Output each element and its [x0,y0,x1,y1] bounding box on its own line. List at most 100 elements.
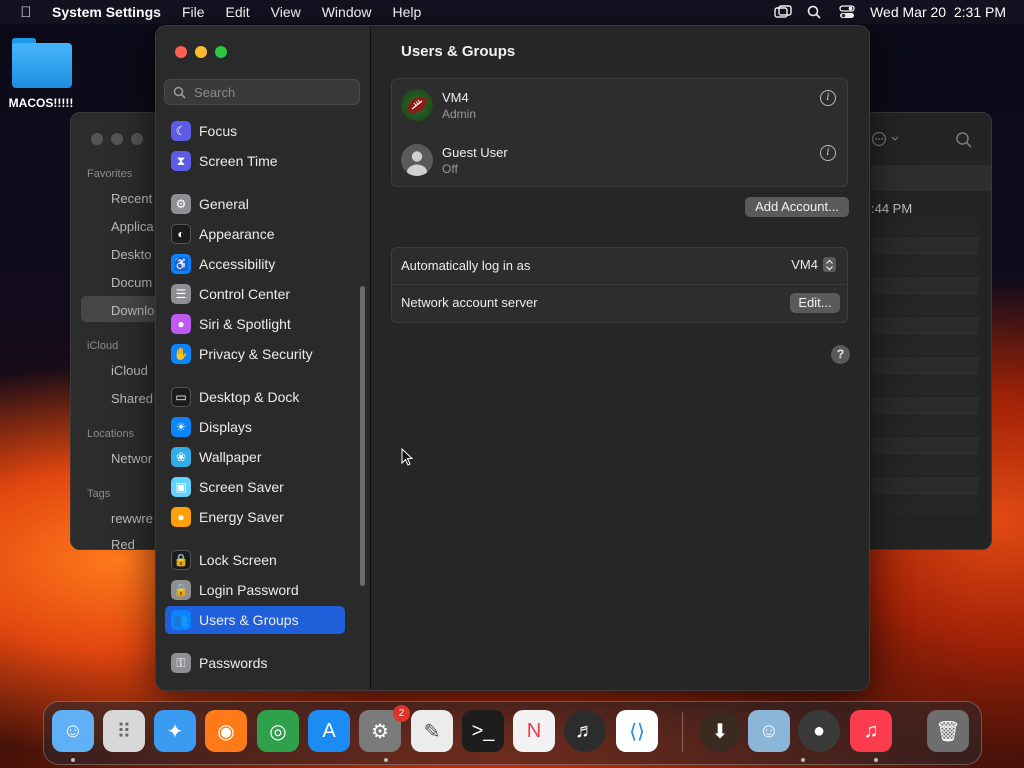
news-icon[interactable]: N [513,710,555,752]
finder-section-favorites: Favorites [87,168,133,180]
sidebar-item-lock-screen[interactable]: 🔒 Lock Screen [165,546,345,574]
sidebar-item-general[interactable]: ⚙ General [165,190,345,218]
sidebar-item-label: Wallpaper [199,449,262,465]
sidebar-item-label: Desktop & Dock [199,389,300,405]
zoom-button[interactable] [215,46,227,58]
finder-icon[interactable]: ☺ [52,710,94,752]
user-role: Admin [442,107,477,121]
network-server-row: Network account server Edit... [392,285,847,321]
sidebar-item-label: General [199,196,249,212]
auto-login-row: Automatically log in as VM4 [392,248,847,285]
person-avatar-icon [401,144,433,176]
sidebar-item-screen-saver[interactable]: ▣ Screen Saver [165,473,345,501]
sidebar-item-privacy-security[interactable]: ✋ Privacy & Security [165,340,345,368]
add-account-button[interactable]: Add Account... [745,197,849,217]
close-button[interactable] [175,46,187,58]
music-icon[interactable]: ♫ [850,710,892,752]
safari-icon[interactable]: ✦ [154,710,196,752]
screen-mirroring-icon[interactable] [774,5,792,19]
user-row-vm4[interactable]: VM4 Admin i [392,79,847,134]
sidebar-item-siri-spotlight[interactable]: ● Siri & Spotlight [165,310,345,338]
user-name: Guest User [442,145,508,160]
auto-login-select[interactable]: VM4 [791,257,836,272]
finder-close-button[interactable] [91,133,103,145]
finder-item[interactable]: Docum [111,275,152,290]
sidebar-item-desktop-dock[interactable]: ▭ Desktop & Dock [165,383,345,411]
menu-clock[interactable]: Wed Mar 20 2:31 PM [870,4,1006,20]
minimize-button[interactable] [195,46,207,58]
sidebar-item-passwords[interactable]: ⚿ Passwords [165,649,345,677]
finder-item[interactable]: Shared [111,391,153,406]
sidebar-item-wallpaper[interactable]: ❀ Wallpaper [165,443,345,471]
info-icon[interactable]: i [820,145,836,161]
finder-stack-icon[interactable]: ☺ [748,710,790,752]
sidebar-item-control-center[interactable]: ☰ Control Center [165,280,345,308]
launchpad-icon[interactable]: ⠿ [103,710,145,752]
menu-window[interactable]: Window [322,4,372,20]
app-store-icon[interactable]: A [308,710,350,752]
sidebar-item-energy-saver[interactable]: ● Energy Saver [165,503,345,531]
sidebar-item-login-password[interactable]: 🔒 Login Password [165,576,345,604]
users-icon: 👥 [171,610,191,630]
finder-item[interactable]: rewwre [111,511,153,526]
sidebar-item-label: Screen Time [199,153,278,169]
finder-item[interactable]: Networ [111,451,152,466]
sidebar-search[interactable] [164,79,360,105]
sidebar-item-screen-time[interactable]: ⧗ Screen Time [165,147,345,175]
edit-button[interactable]: Edit... [790,293,840,313]
sidebar-item-displays[interactable]: ☀ Displays [165,413,345,441]
network-server-label: Network account server [401,295,538,310]
menu-help[interactable]: Help [393,4,422,20]
desktop-folder[interactable]: MACOS!!!!! [9,38,74,110]
finder-item[interactable]: Recent [111,191,152,206]
finder-action-icon[interactable] [871,131,901,152]
sidebar-item-appearance[interactable]: ◐ Appearance [165,220,345,248]
finder-item[interactable]: iCloud [111,363,148,378]
downloads-stack-icon[interactable]: ⬇ [699,710,741,752]
sidebar-item-label: Privacy & Security [199,346,313,362]
info-icon[interactable]: i [820,90,836,106]
folder-icon [12,38,72,88]
trash-icon[interactable]: 🗑 [927,710,969,752]
spotlight-search-icon[interactable] [806,5,824,19]
firefox-icon[interactable]: ◉ [205,710,247,752]
user-role: Off [442,162,458,176]
search-input[interactable] [192,83,356,101]
sidebar-item-label: Displays [199,419,252,435]
apple-menu-icon[interactable]:  [0,4,52,21]
sidebar-item-users-groups[interactable]: 👥 Users & Groups [165,606,345,634]
finder-rows [871,217,979,517]
finder-zoom-button[interactable] [131,133,143,145]
hand-icon: ✋ [171,344,191,364]
terminal-icon[interactable]: >_ [462,710,504,752]
window-stack-icon[interactable]: ● [798,710,840,752]
search-icon [173,86,186,99]
finder-item[interactable]: Applica [111,219,154,234]
garageband-icon[interactable]: ♬ [564,710,606,752]
finder-date-cell: :44 PM [871,201,913,216]
menu-edit[interactable]: Edit [226,4,250,20]
control-center-icon[interactable] [838,5,856,19]
textedit-icon[interactable]: ✎ [411,710,453,752]
sidebar-item-label: Siri & Spotlight [199,316,291,332]
sidebar-scrollbar[interactable] [360,286,365,586]
menu-view[interactable]: View [271,4,301,20]
finder-item[interactable]: Deskto [111,247,151,262]
sidebar-item-focus[interactable]: ☾ Focus [165,117,345,145]
sidebar-item-label: Energy Saver [199,509,284,525]
auto-login-value: VM4 [791,257,818,272]
user-row-guest[interactable]: Guest User Off i [392,134,847,189]
help-button[interactable]: ? [831,345,850,364]
menu-app-name[interactable]: System Settings [52,4,161,20]
finder-item[interactable]: Downlo [111,303,154,318]
system-settings-window[interactable]: ☾ Focus ⧗ Screen Time ⚙ General ◐ Appearance ♿ Ac… [155,25,870,691]
sidebar-item-accessibility[interactable]: ♿ Accessibility [165,250,345,278]
finder-search-icon[interactable] [955,131,973,154]
vscode-icon[interactable]: ⟨⟩ [616,710,658,752]
menu-file[interactable]: File [182,4,205,20]
running-indicator [384,758,388,762]
finder-item[interactable]: Red [111,537,135,552]
desktop-folder-label: MACOS!!!!! [8,96,74,110]
finder-minimize-button[interactable] [111,133,123,145]
chrome-icon[interactable]: ◎ [257,710,299,752]
